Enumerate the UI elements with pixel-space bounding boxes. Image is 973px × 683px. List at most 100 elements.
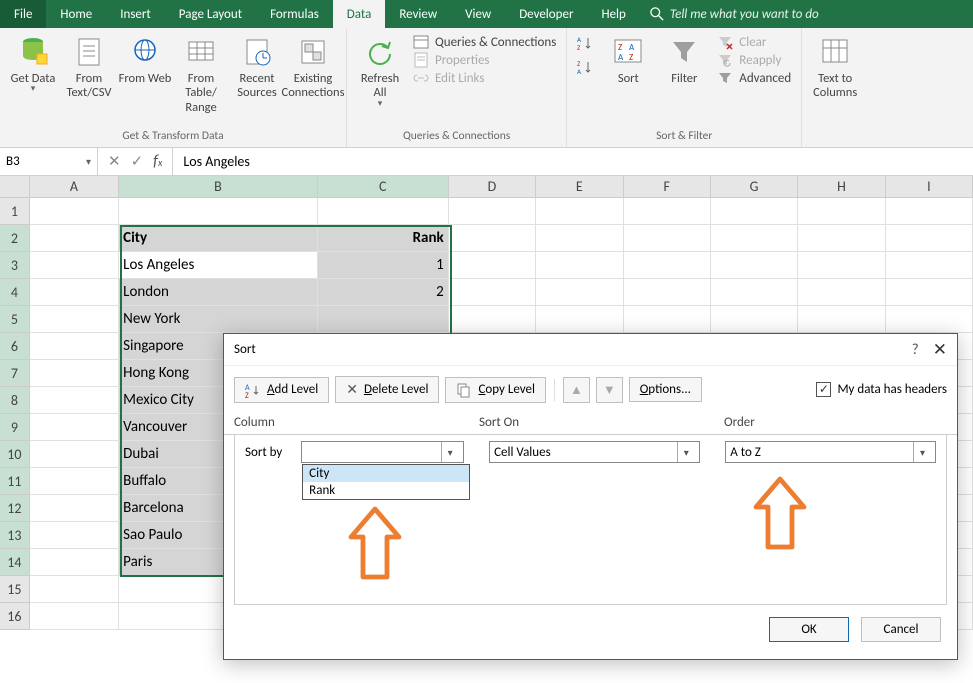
- cell[interactable]: City: [119, 225, 318, 252]
- cell[interactable]: [798, 279, 885, 306]
- row-header[interactable]: 10: [0, 441, 30, 468]
- cell[interactable]: [30, 495, 119, 522]
- cell[interactable]: [624, 279, 711, 306]
- row-header[interactable]: 11: [0, 468, 30, 495]
- sort-column-combo[interactable]: ▾ City Rank: [301, 441, 463, 463]
- row-header[interactable]: 1: [0, 198, 30, 225]
- cell[interactable]: [798, 252, 885, 279]
- from-table-range-button[interactable]: From Table/ Range: [174, 32, 228, 119]
- tab-review[interactable]: Review: [385, 0, 451, 28]
- from-text-csv-button[interactable]: From Text/CSV: [62, 32, 116, 105]
- tell-me-search[interactable]: Tell me what you want to do: [650, 0, 819, 28]
- options-button[interactable]: Options...: [629, 377, 702, 402]
- cell[interactable]: [449, 279, 536, 306]
- select-all-corner[interactable]: [0, 176, 30, 197]
- row-header[interactable]: 4: [0, 279, 30, 306]
- name-box[interactable]: B3 ▾: [0, 148, 98, 175]
- sort-asc-button[interactable]: AZ: [573, 32, 595, 54]
- cell[interactable]: [536, 279, 623, 306]
- tab-view[interactable]: View: [451, 0, 505, 28]
- col-header-B[interactable]: B: [119, 176, 318, 197]
- row-header[interactable]: 12: [0, 495, 30, 522]
- cell[interactable]: [30, 279, 119, 306]
- cell[interactable]: [536, 252, 623, 279]
- cell[interactable]: [886, 252, 973, 279]
- fx-icon[interactable]: fx: [153, 152, 162, 171]
- row-header[interactable]: 15: [0, 576, 30, 603]
- cell[interactable]: [30, 252, 119, 279]
- tab-developer[interactable]: Developer: [505, 0, 587, 28]
- row-header[interactable]: 13: [0, 522, 30, 549]
- cell[interactable]: [449, 306, 536, 333]
- cell[interactable]: [624, 306, 711, 333]
- sort-button[interactable]: ZAAZ Sort: [601, 32, 655, 90]
- sort-on-combo[interactable]: Cell Values ▾: [489, 441, 700, 463]
- cancel-formula-icon[interactable]: ✕: [108, 152, 121, 171]
- tab-help[interactable]: Help: [587, 0, 639, 28]
- cell[interactable]: [30, 360, 119, 387]
- cell[interactable]: [536, 198, 623, 225]
- cell[interactable]: [886, 198, 973, 225]
- cell[interactable]: [798, 198, 885, 225]
- recent-sources-button[interactable]: Recent Sources: [230, 32, 284, 105]
- tab-file[interactable]: File: [0, 0, 46, 28]
- cell[interactable]: 2: [318, 279, 449, 306]
- cell[interactable]: [30, 414, 119, 441]
- row-header[interactable]: 9: [0, 414, 30, 441]
- filter-button[interactable]: Filter: [657, 32, 711, 90]
- cell[interactable]: [30, 333, 119, 360]
- cell[interactable]: [30, 441, 119, 468]
- tab-insert[interactable]: Insert: [106, 0, 165, 28]
- col-header-H[interactable]: H: [798, 176, 885, 197]
- cell[interactable]: [30, 468, 119, 495]
- cell[interactable]: [30, 198, 119, 225]
- col-header-G[interactable]: G: [711, 176, 798, 197]
- col-header-E[interactable]: E: [536, 176, 623, 197]
- cell[interactable]: [30, 603, 119, 630]
- enter-formula-icon[interactable]: ✓: [131, 152, 144, 171]
- dialog-titlebar[interactable]: Sort ? ✕: [224, 334, 957, 366]
- cell[interactable]: [536, 306, 623, 333]
- sort-desc-button[interactable]: ZA: [573, 56, 595, 78]
- advanced-filter-button[interactable]: Advanced: [717, 70, 791, 86]
- properties-button[interactable]: Properties: [413, 52, 556, 68]
- row-header[interactable]: 7: [0, 360, 30, 387]
- existing-connections-button[interactable]: Existing Connections: [286, 32, 340, 105]
- edit-links-button[interactable]: Edit Links: [413, 70, 556, 86]
- tab-page-layout[interactable]: Page Layout: [165, 0, 256, 28]
- cell[interactable]: [886, 306, 973, 333]
- clear-filter-button[interactable]: Clear: [717, 34, 791, 50]
- cell[interactable]: London: [119, 279, 318, 306]
- cell[interactable]: [30, 306, 119, 333]
- move-up-button[interactable]: ▲: [563, 377, 590, 403]
- cell[interactable]: [886, 225, 973, 252]
- refresh-all-button[interactable]: Refresh All: [353, 32, 407, 113]
- col-header-D[interactable]: D: [449, 176, 536, 197]
- cell[interactable]: [449, 225, 536, 252]
- row-header[interactable]: 5: [0, 306, 30, 333]
- cell[interactable]: [30, 387, 119, 414]
- cell[interactable]: [318, 306, 449, 333]
- row-header[interactable]: 8: [0, 387, 30, 414]
- add-level-button[interactable]: AZ Add Level: [234, 377, 329, 403]
- sort-order-combo[interactable]: A to Z ▾: [725, 441, 936, 463]
- cell[interactable]: [886, 279, 973, 306]
- col-header-A[interactable]: A: [30, 176, 119, 197]
- move-down-button[interactable]: ▼: [596, 377, 623, 403]
- cell[interactable]: Rank: [318, 225, 449, 252]
- cell[interactable]: [30, 522, 119, 549]
- col-header-C[interactable]: C: [318, 176, 449, 197]
- cell[interactable]: [30, 576, 119, 603]
- dropdown-option-city[interactable]: City: [303, 465, 469, 482]
- cell[interactable]: [318, 198, 449, 225]
- tab-home[interactable]: Home: [46, 0, 106, 28]
- row-header[interactable]: 2: [0, 225, 30, 252]
- cell[interactable]: [449, 252, 536, 279]
- col-header-F[interactable]: F: [624, 176, 711, 197]
- headers-checkbox[interactable]: ✓ My data has headers: [816, 382, 947, 397]
- cell[interactable]: [119, 198, 318, 225]
- row-header[interactable]: 3: [0, 252, 30, 279]
- row-header[interactable]: 16: [0, 603, 30, 630]
- cell[interactable]: [536, 225, 623, 252]
- cell[interactable]: [711, 225, 798, 252]
